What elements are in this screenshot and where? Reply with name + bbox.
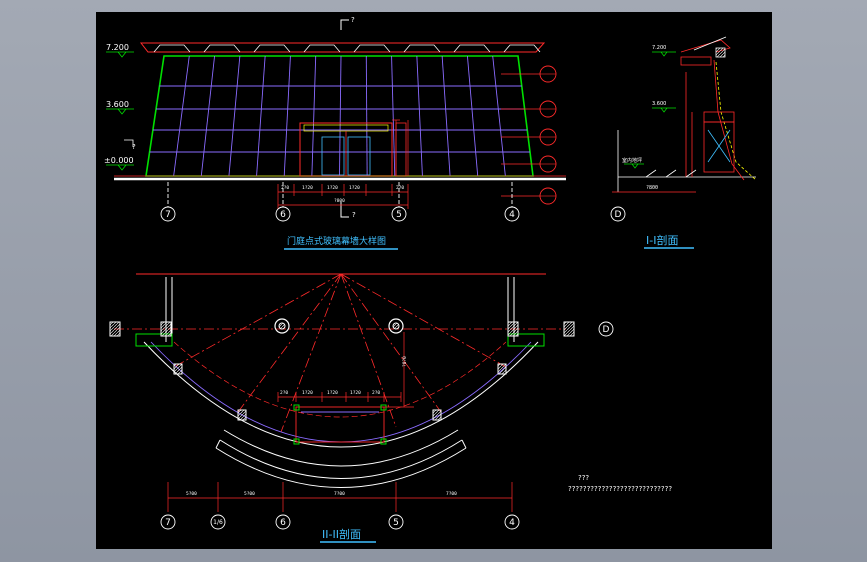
axis-label: 1/6 xyxy=(213,519,223,526)
level-label: 3.600 xyxy=(106,100,129,109)
section-level: 7.200 xyxy=(652,45,666,51)
svg-text:?8?0: ?8?0 xyxy=(402,356,408,367)
svg-text:1?20: 1?20 xyxy=(327,390,338,396)
elevation-axis-labels: 7 6 5 4 xyxy=(165,210,515,220)
axis-label: 6 xyxy=(280,210,286,220)
mullion xyxy=(311,55,317,177)
svg-text:1?20: 1?20 xyxy=(350,390,361,396)
canopy-truss xyxy=(303,44,341,53)
svg-text:?800: ?800 xyxy=(334,198,345,204)
mullion xyxy=(466,55,479,177)
mullion xyxy=(228,55,241,177)
svg-text:1?20: 1?20 xyxy=(302,390,313,396)
plan-title: II-II剖面 xyxy=(322,527,361,541)
section-one-view xyxy=(612,36,757,193)
svg-text:7?00: 7?00 xyxy=(334,491,345,497)
canopy-truss xyxy=(503,44,541,53)
cad-drawing-canvas[interactable]: 7.200 3.600 ±0.000 ? ? ? 2?0 1?20 1?20 1… xyxy=(96,12,772,549)
svg-text:1?20: 1?20 xyxy=(327,185,338,191)
axis-label: 4 xyxy=(509,518,515,528)
axis-label: 5 xyxy=(396,210,402,220)
level-label: ±0.000 xyxy=(104,156,134,165)
svg-text:2?0: 2?0 xyxy=(396,185,404,191)
mullion xyxy=(416,55,423,177)
entrance-door xyxy=(299,122,407,177)
level-markers xyxy=(106,51,134,171)
cad-drawing: 7.200 3.600 ±0.000 ? ? ? 2?0 1?20 1?20 1… xyxy=(104,16,757,543)
dimension-texts: 2?0 1?20 1?20 1?20 2?0 ?800 xyxy=(281,185,404,204)
canopy-trusses xyxy=(153,44,541,53)
svg-text:2?0: 2?0 xyxy=(280,390,288,396)
mullion xyxy=(441,55,451,177)
section-one-title: I-I剖面 xyxy=(646,233,678,247)
canopy-truss xyxy=(403,44,441,53)
dimension-lines xyxy=(277,184,409,209)
plan-view xyxy=(109,273,575,512)
axis-label: 4 xyxy=(509,210,515,220)
svg-text:1?20: 1?20 xyxy=(302,185,313,191)
notes-body: ???????????????????????????? xyxy=(568,485,672,493)
canopy-truss xyxy=(453,44,491,53)
mullion xyxy=(365,55,368,177)
section-label: 室内地坪 xyxy=(622,157,642,164)
svg-text:5?00: 5?00 xyxy=(244,491,255,497)
svg-text:7?00: 7?00 xyxy=(446,491,457,497)
section-dim: ?800 xyxy=(646,185,658,191)
axis-label: D xyxy=(603,325,610,335)
notes-title: ??? xyxy=(578,474,589,482)
mullion xyxy=(256,55,266,177)
mullion xyxy=(339,55,342,177)
axis-label: 7 xyxy=(165,518,171,528)
level-label: 7.200 xyxy=(106,43,129,52)
axis-label: 6 xyxy=(280,518,286,528)
svg-text:?: ? xyxy=(132,143,136,151)
section-mark: ? xyxy=(352,211,356,219)
axis-label: 7 xyxy=(165,210,171,220)
section-level: 3.600 xyxy=(652,101,666,107)
elevation-view: 7.200 3.600 ±0.000 ? ? ? 2?0 1?20 1?20 1… xyxy=(104,16,566,219)
canopy-truss xyxy=(353,44,391,53)
section-mark: ? xyxy=(351,16,355,24)
axis-label: 5 xyxy=(393,518,399,528)
svg-text:2?0: 2?0 xyxy=(372,390,380,396)
axis-label: D xyxy=(615,210,622,220)
canopy-truss xyxy=(253,44,291,53)
mullion xyxy=(200,55,216,177)
canopy-outline xyxy=(139,42,546,53)
mullion xyxy=(283,55,291,177)
elevation-title: 门庭点式玻璃幕墙大样图 xyxy=(287,235,386,247)
svg-text:5?00: 5?00 xyxy=(186,491,197,497)
svg-text:2?0: 2?0 xyxy=(281,185,289,191)
mullion xyxy=(173,55,190,177)
glass-grid xyxy=(149,55,530,177)
svg-text:1?20: 1?20 xyxy=(349,185,360,191)
plan-axis-labels: 7 1/6 6 5 4 D xyxy=(165,325,609,528)
canopy-truss xyxy=(153,44,191,53)
canopy-truss xyxy=(203,44,241,53)
